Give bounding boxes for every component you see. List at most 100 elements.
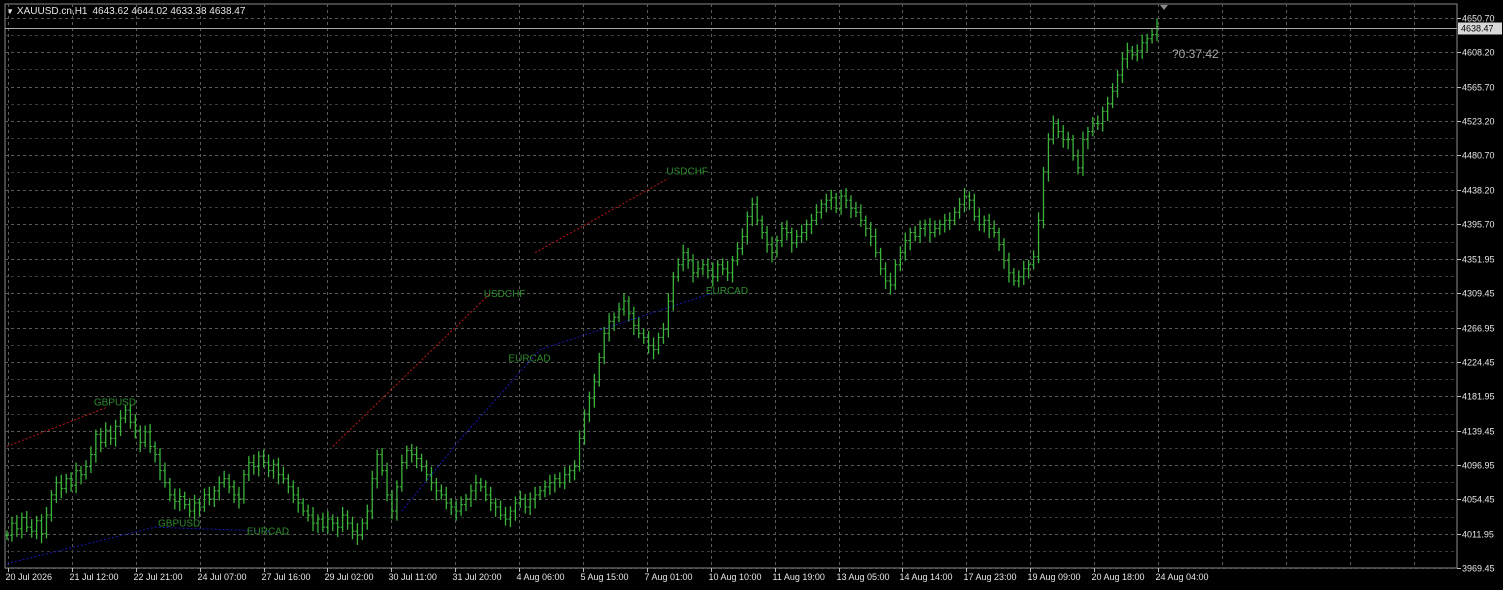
price-bar bbox=[552, 473, 557, 493]
price-bar bbox=[651, 337, 656, 360]
price-bar bbox=[528, 492, 533, 516]
price-bar bbox=[74, 462, 79, 494]
price-bar bbox=[1016, 270, 1021, 288]
price-bar bbox=[893, 259, 898, 290]
price-bar bbox=[1006, 252, 1011, 283]
price-bar bbox=[750, 197, 755, 227]
price-bar bbox=[794, 230, 799, 248]
x-tick-label: 4 Aug 06:00 bbox=[517, 572, 565, 582]
price-bar bbox=[942, 213, 947, 233]
pattern-label: USDCHF bbox=[484, 289, 526, 300]
price-bar bbox=[434, 477, 439, 501]
support-trendline bbox=[401, 292, 713, 512]
x-tick-label: 21 Jul 12:00 bbox=[70, 572, 119, 582]
price-bar bbox=[789, 227, 794, 253]
price-bar bbox=[345, 510, 350, 530]
price-bar bbox=[286, 473, 291, 494]
resistance-trendline bbox=[6, 407, 106, 447]
price-bar bbox=[760, 215, 765, 239]
price-bar bbox=[1046, 133, 1051, 182]
price-bar bbox=[695, 260, 700, 278]
price-bar bbox=[409, 444, 414, 463]
price-bar bbox=[765, 226, 770, 253]
price-bar bbox=[281, 466, 286, 484]
price-bar bbox=[108, 425, 113, 445]
y-tick-label: 4266.95 bbox=[1462, 324, 1495, 334]
price-bar bbox=[306, 504, 311, 522]
trend-lines bbox=[6, 177, 713, 564]
bid-price-label: 4638.47 bbox=[1461, 24, 1494, 34]
price-bar bbox=[883, 262, 888, 290]
price-bar bbox=[1036, 212, 1041, 264]
price-bar bbox=[1041, 167, 1046, 229]
price-bar bbox=[641, 328, 646, 344]
price-bar bbox=[952, 207, 957, 226]
price-bar bbox=[93, 429, 98, 463]
x-tick-label: 22 Jul 21:00 bbox=[134, 572, 183, 582]
price-bar bbox=[251, 454, 256, 475]
resistance-trendline bbox=[534, 177, 669, 254]
price-bar bbox=[937, 219, 942, 235]
price-bar bbox=[720, 258, 725, 276]
price-bar bbox=[918, 220, 923, 243]
price-bar bbox=[49, 490, 54, 522]
price-bar bbox=[572, 460, 577, 481]
price-bar bbox=[330, 514, 335, 532]
price-bar bbox=[913, 226, 918, 242]
price-bar bbox=[1115, 70, 1120, 98]
pattern-label: USDCHF bbox=[666, 166, 708, 177]
x-tick-label: 30 Jul 11:00 bbox=[389, 572, 437, 582]
price-bar bbox=[192, 494, 197, 520]
price-bar bbox=[715, 259, 720, 282]
price-bar bbox=[686, 247, 691, 269]
x-tick-label: 24 Jul 07:00 bbox=[198, 572, 247, 582]
price-bar bbox=[449, 498, 454, 516]
price-bar bbox=[64, 473, 69, 494]
price-bar bbox=[878, 247, 883, 276]
chart-frame[interactable]: ▼ XAUUSD.cn,H1 4643.62 4644.02 4633.38 463… bbox=[0, 0, 1503, 590]
pattern-label: EURCAD bbox=[508, 354, 550, 365]
x-tick-label: 10 Aug 10:00 bbox=[709, 572, 762, 582]
price-bar bbox=[256, 451, 261, 477]
price-bar bbox=[819, 199, 824, 219]
price-bar bbox=[227, 473, 232, 494]
price-bar bbox=[241, 469, 246, 504]
price-bar bbox=[523, 494, 528, 514]
price-bar bbox=[947, 212, 952, 231]
price-bar bbox=[779, 221, 784, 248]
price-bar bbox=[311, 507, 316, 532]
price-bar bbox=[1140, 34, 1145, 59]
y-tick-label: 4096.95 bbox=[1462, 461, 1495, 471]
price-bar bbox=[967, 191, 972, 210]
price-bar bbox=[898, 246, 903, 272]
price-bar bbox=[1120, 52, 1125, 84]
price-bar bbox=[350, 516, 355, 540]
price-bar bbox=[804, 219, 809, 241]
price-bar bbox=[1021, 260, 1026, 285]
y-tick-label: 4181.95 bbox=[1462, 392, 1495, 402]
price-bar bbox=[153, 441, 158, 463]
price-bar bbox=[246, 456, 251, 482]
price-bar bbox=[69, 472, 74, 492]
price-bar bbox=[355, 523, 360, 545]
price-bar bbox=[54, 476, 59, 503]
price-bar bbox=[162, 462, 167, 488]
price-bar bbox=[79, 465, 84, 485]
x-tick-label: 13 Aug 05:00 bbox=[837, 572, 890, 582]
price-bar bbox=[236, 486, 241, 509]
price-bar bbox=[88, 446, 93, 474]
price-bar bbox=[508, 506, 513, 528]
x-tick-label: 20 Jul 2026 bbox=[6, 572, 53, 582]
price-bar bbox=[340, 507, 345, 533]
price-bar bbox=[1125, 42, 1130, 69]
price-bar bbox=[533, 486, 538, 509]
price-bar bbox=[222, 470, 227, 488]
price-chart[interactable]: GBPUSD GBPUSD EURCAD USDCHF EURCAD USDCHF EURC… bbox=[0, 0, 1503, 590]
price-bar bbox=[735, 242, 740, 266]
price-bar bbox=[271, 459, 276, 479]
y-tick-label: 4650.70 bbox=[1462, 14, 1495, 24]
price-bar bbox=[202, 488, 207, 512]
price-bar bbox=[207, 486, 212, 506]
price-bar bbox=[483, 480, 488, 502]
price-bar bbox=[932, 220, 937, 238]
